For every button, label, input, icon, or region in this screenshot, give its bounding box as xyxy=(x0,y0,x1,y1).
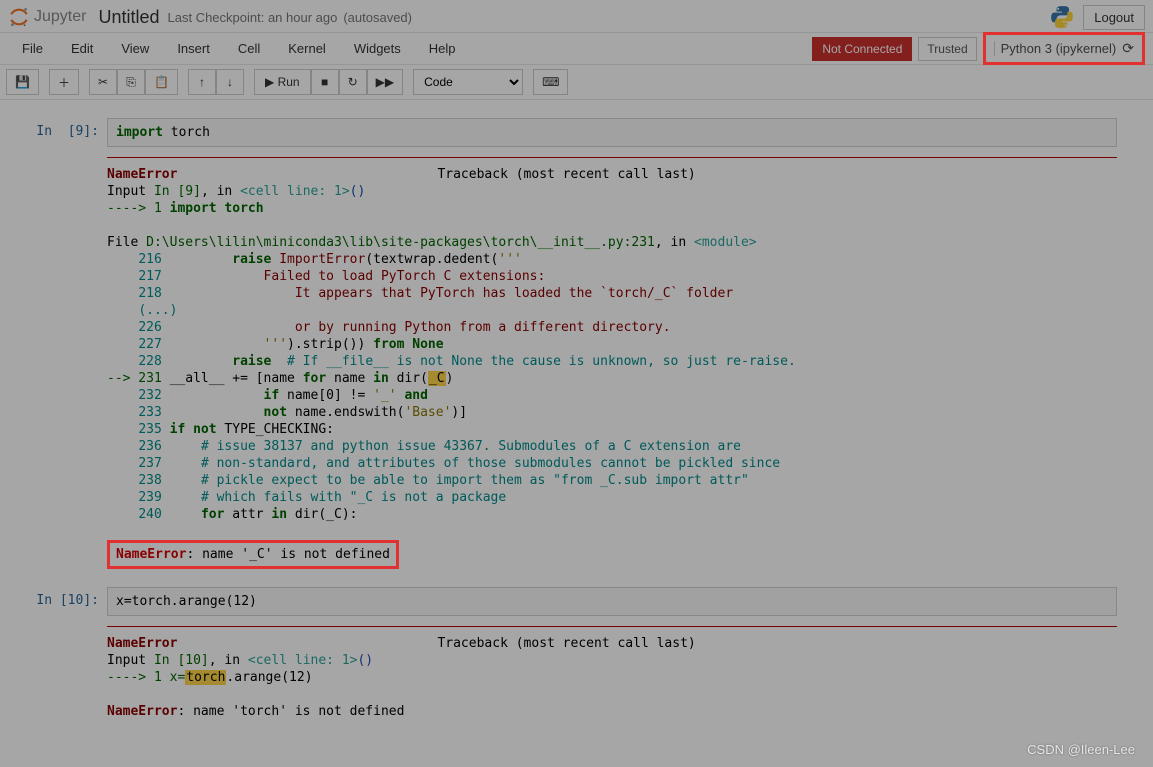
input-prompt: In [10]: xyxy=(32,587,107,616)
menu-view[interactable]: View xyxy=(107,33,163,64)
cut-button[interactable]: ✂ xyxy=(89,69,117,95)
menu-help[interactable]: Help xyxy=(415,33,470,64)
python-icon xyxy=(1049,4,1075,30)
save-button[interactable]: 💾 xyxy=(6,69,39,95)
code-input[interactable]: import torch xyxy=(107,118,1117,147)
code-input[interactable]: x=torch.arange(12) xyxy=(107,587,1117,616)
checkpoint-text: Last Checkpoint: an hour ago xyxy=(168,10,338,25)
kernel-indicator[interactable]: Python 3 (ipykernel) ⟳ xyxy=(983,32,1145,65)
output-area: NameError Traceback (most recent call las… xyxy=(107,626,1117,720)
restart-button[interactable]: ↻ xyxy=(339,69,367,95)
menu-insert[interactable]: Insert xyxy=(163,33,224,64)
move-down-button[interactable]: ↓ xyxy=(216,69,244,95)
output-area: NameError Traceback (most recent call las… xyxy=(107,157,1117,569)
run-button[interactable]: ▶ Run xyxy=(254,69,311,95)
keyboard-icon: ⌨ xyxy=(542,75,559,89)
watermark: CSDN @Ileen-Lee xyxy=(1027,742,1135,757)
jupyter-icon xyxy=(8,6,30,28)
restart-icon: ↻ xyxy=(348,75,358,89)
kernel-name: Python 3 (ipykernel) xyxy=(994,41,1117,56)
traceback-header: Traceback (most recent call last) xyxy=(437,636,695,651)
notebook-title[interactable]: Untitled xyxy=(98,7,159,28)
menubar: File Edit View Insert Cell Kernel Widget… xyxy=(0,33,1153,65)
error-name: NameError xyxy=(107,636,177,651)
paste-button[interactable]: 📋 xyxy=(145,69,178,95)
input-prompt: In [9]: xyxy=(32,118,107,147)
autosaved-text: (autosaved) xyxy=(343,10,412,25)
header: Jupyter Untitled Last Checkpoint: an hou… xyxy=(0,0,1153,33)
menu-widgets[interactable]: Widgets xyxy=(340,33,415,64)
traceback-header: Traceback (most recent call last) xyxy=(437,167,695,182)
error-highlight: NameError: name '_C' is not defined xyxy=(107,540,399,569)
menu-cell[interactable]: Cell xyxy=(224,33,274,64)
cell-type-select[interactable]: Code xyxy=(413,69,523,95)
cut-icon: ✂ xyxy=(98,75,108,89)
error-name: NameError xyxy=(107,167,177,182)
stop-icon: ■ xyxy=(321,75,328,89)
add-cell-button[interactable]: ＋ xyxy=(49,69,79,95)
move-up-button[interactable]: ↑ xyxy=(188,69,216,95)
toolbar: 💾 ＋ ✂ ⎘ 📋 ↑ ↓ ▶ Run ■ ↻ ▶▶ Code ⌨ xyxy=(0,65,1153,100)
error-divider xyxy=(107,157,1117,158)
arrow-down-icon: ↓ xyxy=(227,75,233,89)
save-icon: 💾 xyxy=(15,75,30,89)
menu-kernel[interactable]: Kernel xyxy=(274,33,340,64)
paste-icon: 📋 xyxy=(154,75,169,89)
copy-button[interactable]: ⎘ xyxy=(117,69,145,95)
notebook: In [9]: import torch NameError Traceback … xyxy=(0,100,1153,720)
fast-forward-icon: ▶▶ xyxy=(376,75,394,89)
traceback-body: 216 raise ImportError(textwrap.dedent(''… xyxy=(107,251,1117,523)
kernel-link-icon: ⟳ xyxy=(1122,40,1134,57)
error-divider xyxy=(107,626,1117,627)
menu-edit[interactable]: Edit xyxy=(57,33,107,64)
not-connected-badge: Not Connected xyxy=(812,37,912,61)
arrow-up-icon: ↑ xyxy=(199,75,205,89)
command-palette-button[interactable]: ⌨ xyxy=(533,69,568,95)
jupyter-logo-text: Jupyter xyxy=(34,8,86,26)
plus-icon: ＋ xyxy=(58,74,70,91)
jupyter-logo[interactable]: Jupyter xyxy=(8,6,86,28)
restart-run-all-button[interactable]: ▶▶ xyxy=(367,69,403,95)
code-cell[interactable]: In [9]: import torch xyxy=(32,118,1153,147)
run-label: Run xyxy=(278,75,300,89)
logout-button[interactable]: Logout xyxy=(1083,5,1145,30)
code-cell[interactable]: In [10]: x=torch.arange(12) xyxy=(32,587,1153,616)
menu-file[interactable]: File xyxy=(8,33,57,64)
copy-icon: ⎘ xyxy=(126,75,136,90)
play-icon: ▶ xyxy=(265,75,274,89)
trusted-badge[interactable]: Trusted xyxy=(918,37,976,61)
interrupt-button[interactable]: ■ xyxy=(311,69,339,95)
